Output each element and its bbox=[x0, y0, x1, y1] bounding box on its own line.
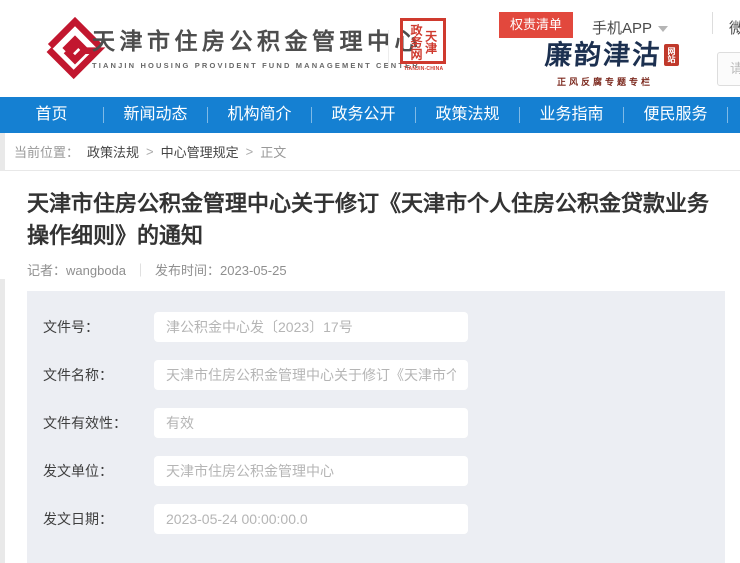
seal-text-right: 天津 bbox=[424, 23, 437, 61]
breadcrumb-link-center-rules[interactable]: 中心管理规定 bbox=[161, 142, 239, 161]
lianyun-jingu-logo[interactable]: 廉韵津沽 网站 bbox=[545, 42, 679, 69]
breadcrumb-link-policies[interactable]: 政策法规 bbox=[87, 142, 139, 161]
breadcrumb: 当前位置： 政策法规 > 中心管理规定 > 正文 bbox=[0, 133, 740, 171]
doc-date-label: 发文日期： bbox=[43, 509, 154, 529]
doc-name-input[interactable] bbox=[154, 360, 468, 390]
doc-row-number: 文件号： bbox=[43, 312, 725, 342]
site-header: 天津市住房公积金管理中心 TIANJIN HOUSING PROVIDENT F… bbox=[0, 0, 740, 97]
tianjin-gov-seal: 天津 政务网 TIANJIN-CHINA bbox=[400, 18, 447, 72]
site-title: 天津市住房公积金管理中心 bbox=[92, 22, 422, 56]
duty-list-button[interactable]: 权责清单 bbox=[499, 12, 573, 38]
breadcrumb-label: 当前位置： bbox=[14, 142, 79, 161]
reporter-label: 记者： bbox=[27, 263, 66, 278]
nav-item-about[interactable]: 机构简介 bbox=[208, 97, 311, 133]
nav-item-policies[interactable]: 政策法规 bbox=[416, 97, 519, 133]
page: 天津市住房公积金管理中心 TIANJIN HOUSING PROVIDENT F… bbox=[0, 0, 740, 563]
publish-date: 2023-05-25 bbox=[220, 263, 287, 278]
meta-separator: ｜ bbox=[134, 263, 147, 278]
article-meta: 记者：wangboda ｜ 发布时间：2023-05-25 bbox=[27, 260, 706, 279]
nav-item-gov-affairs[interactable]: 政务公开 bbox=[312, 97, 415, 133]
wechat-link[interactable]: 微信 bbox=[729, 17, 740, 38]
lianyun-site-badge: 网站 bbox=[664, 44, 679, 66]
doc-issuer-label: 发文单位： bbox=[43, 461, 154, 481]
nav-divider bbox=[727, 107, 728, 123]
seal-caption: TIANJIN-CHINA bbox=[400, 66, 447, 72]
doc-name-label: 文件名称： bbox=[43, 365, 154, 385]
lianyun-caption: 正风反腐专题专栏 bbox=[557, 75, 653, 88]
chevron-down-icon bbox=[658, 26, 668, 32]
nav-item-news[interactable]: 新闻动态 bbox=[104, 97, 207, 133]
seal-box: 天津 政务网 bbox=[400, 18, 446, 64]
reporter-name: wangboda bbox=[66, 263, 126, 278]
header-divider bbox=[388, 30, 389, 68]
doc-row-date: 发文日期： bbox=[43, 504, 725, 534]
site-brand: 天津市住房公积金管理中心 TIANJIN HOUSING PROVIDENT F… bbox=[92, 22, 422, 70]
doc-row-validity: 文件有效性： bbox=[43, 408, 725, 438]
breadcrumb-separator: > bbox=[146, 144, 154, 159]
mobile-app-label: 手机APP bbox=[592, 20, 652, 37]
mobile-app-dropdown[interactable]: 手机APP bbox=[592, 17, 668, 38]
search-input[interactable]: 请 bbox=[717, 52, 740, 86]
lianyun-logo-text: 廉韵津沽 bbox=[544, 42, 662, 69]
doc-number-label: 文件号： bbox=[43, 317, 154, 337]
doc-validity-input[interactable] bbox=[154, 408, 468, 438]
doc-date-input[interactable] bbox=[154, 504, 468, 534]
breadcrumb-current: 正文 bbox=[260, 142, 286, 161]
document-info-panel: 文件号： 文件名称： 文件有效性： 发文单位： 发文日期： bbox=[27, 291, 725, 563]
breadcrumb-separator: > bbox=[246, 144, 254, 159]
doc-issuer-input[interactable] bbox=[154, 456, 468, 486]
nav-item-business-guide[interactable]: 业务指南 bbox=[520, 97, 623, 133]
topbar-divider bbox=[712, 12, 713, 34]
seal-text-left: 政务网 bbox=[409, 23, 422, 61]
doc-number-input[interactable] bbox=[154, 312, 468, 342]
doc-validity-label: 文件有效性： bbox=[43, 413, 154, 433]
nav-item-public-service[interactable]: 便民服务 bbox=[624, 97, 727, 133]
publish-time-label: 发布时间： bbox=[155, 263, 220, 278]
nav-item-home[interactable]: 首页 bbox=[0, 97, 103, 133]
doc-row-issuer: 发文单位： bbox=[43, 456, 725, 486]
site-subtitle: TIANJIN HOUSING PROVIDENT FUND MANAGEMEN… bbox=[92, 61, 422, 70]
article-title: 天津市住房公积金管理中心关于修订《天津市个人住房公积金贷款业务操作细则》的通知 bbox=[27, 188, 719, 252]
article-content: 天津市住房公积金管理中心关于修订《天津市个人住房公积金贷款业务操作细则》的通知 … bbox=[0, 171, 740, 279]
main-nav: 首页 新闻动态 机构简介 政务公开 政策法规 业务指南 便民服务 bbox=[0, 97, 740, 133]
doc-row-name: 文件名称： bbox=[43, 360, 725, 390]
